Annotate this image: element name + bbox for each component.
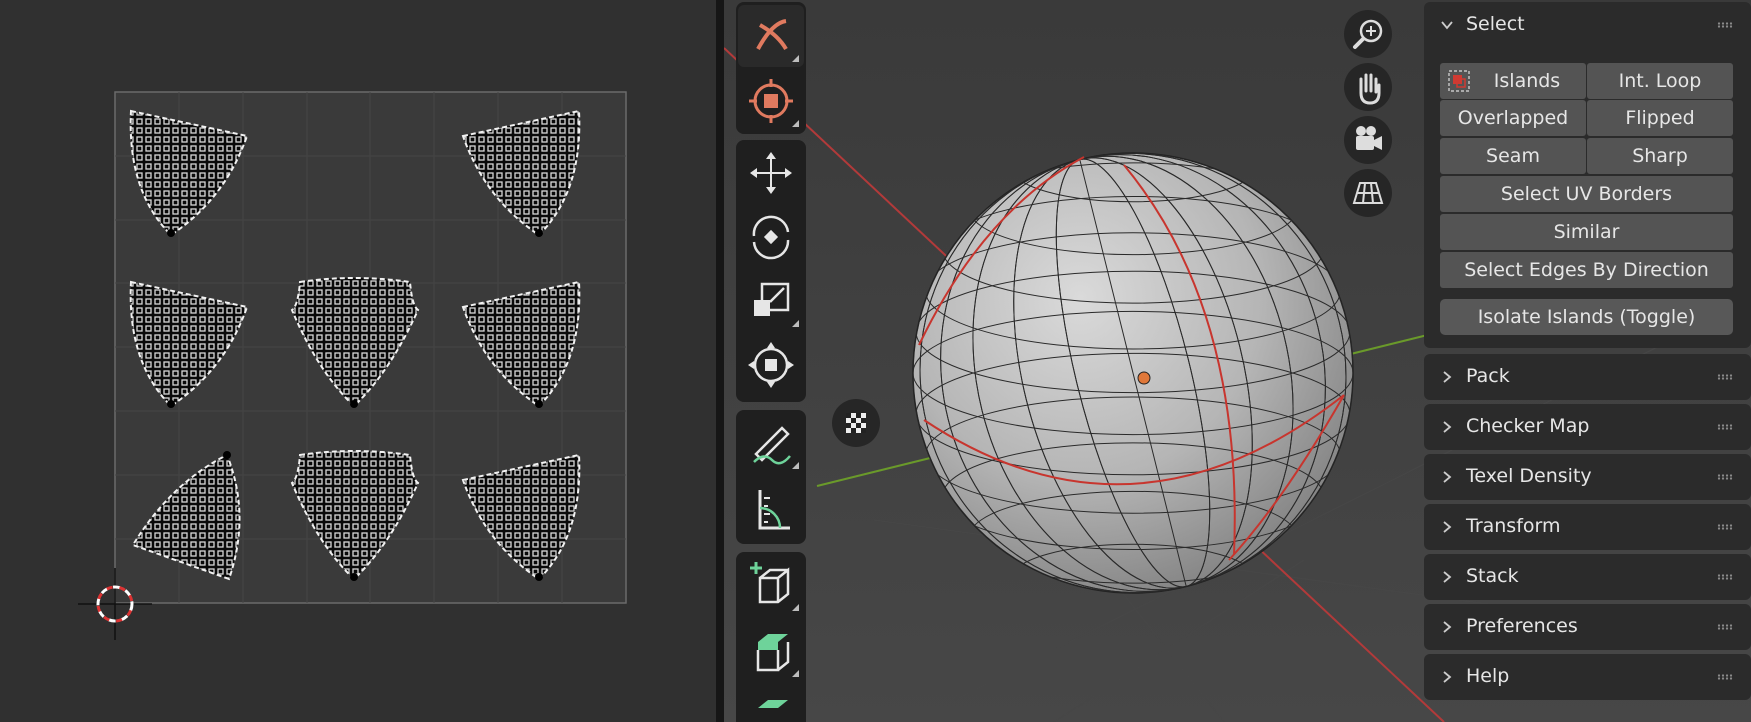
panel-header-select[interactable]: Select: [1424, 2, 1751, 48]
chevron-right-icon: [1443, 521, 1452, 533]
tweak-select-tool[interactable]: [738, 5, 804, 67]
panel-header-transform[interactable]: Transform: [1424, 504, 1751, 550]
drag-grip-icon[interactable]: [1717, 474, 1733, 480]
add-cube-tool[interactable]: [738, 554, 804, 616]
camera-icon[interactable]: [1344, 116, 1392, 164]
drag-grip-icon[interactable]: [1717, 574, 1733, 580]
area-divider[interactable]: [716, 0, 724, 722]
move-tool[interactable]: [738, 142, 804, 204]
scale-tool[interactable]: [738, 270, 804, 332]
uv-editor[interactable]: [0, 0, 716, 722]
uv-pole-vertex: [535, 229, 543, 237]
uv-pole-vertex: [535, 573, 543, 581]
object-origin: [1137, 371, 1151, 385]
uv-pole-vertex: [535, 400, 543, 408]
islands-icon: [1448, 70, 1470, 92]
sharp-button[interactable]: Sharp: [1587, 138, 1733, 174]
drag-grip-icon[interactable]: [1717, 22, 1733, 28]
overlapped-button[interactable]: Overlapped: [1440, 100, 1586, 136]
isolate-islands-toggle-button[interactable]: Isolate Islands (Toggle): [1440, 299, 1733, 335]
transform-tool[interactable]: [738, 334, 804, 396]
transform-tool-group: [736, 140, 806, 402]
chevron-right-icon: [1443, 371, 1452, 383]
uv-pole-vertex: [350, 573, 358, 581]
uv-canvas[interactable]: [0, 0, 716, 722]
int-loop-button[interactable]: Int. Loop: [1587, 63, 1733, 99]
panel-header-pack[interactable]: Pack: [1424, 354, 1751, 400]
drag-grip-icon[interactable]: [1717, 524, 1733, 530]
annotate-tool[interactable]: [738, 412, 804, 474]
uv-pole-vertex: [167, 400, 175, 408]
panel-title-preferences: Preferences: [1466, 615, 1578, 637]
panel-header-texel-density[interactable]: Texel Density: [1424, 454, 1751, 500]
drag-grip-icon[interactable]: [1717, 424, 1733, 430]
chevron-down-icon: [1441, 21, 1453, 30]
rotate-tool[interactable]: [738, 206, 804, 268]
chevron-right-icon: [1443, 621, 1452, 633]
similar-button[interactable]: Similar: [1440, 214, 1733, 250]
flipped-button[interactable]: Flipped: [1587, 100, 1733, 136]
uv-pole-vertex: [350, 400, 358, 408]
select-tool-group: [736, 2, 806, 134]
chevron-right-icon: [1443, 421, 1452, 433]
panel-title-help: Help: [1466, 665, 1510, 687]
measure-tool[interactable]: [738, 478, 804, 540]
panel-title-texel-density: Texel Density: [1466, 465, 1592, 487]
panel-title-pack: Pack: [1466, 365, 1510, 387]
panel-title-transform: Transform: [1466, 515, 1561, 537]
uv-toolkit-sidebar: Select Islands Int. Loop Overlapped Flip…: [1424, 0, 1751, 722]
panel-header-preferences[interactable]: Preferences: [1424, 604, 1751, 650]
select-edges-by-direction-button[interactable]: Select Edges By Direction: [1440, 252, 1733, 288]
add-tool-group: [736, 552, 806, 722]
grid-icon[interactable]: [1344, 169, 1392, 217]
cursor-tool[interactable]: [738, 70, 804, 132]
drag-grip-icon[interactable]: [1717, 624, 1733, 630]
extrude-region-tool[interactable]: [738, 686, 804, 722]
chevron-right-icon: [1443, 571, 1452, 583]
panel-title-stack: Stack: [1466, 565, 1519, 587]
panel-title-select: Select: [1466, 13, 1525, 35]
pan-hand-icon[interactable]: [1344, 63, 1392, 111]
uv-pole-vertex: [223, 451, 231, 459]
uv-pole-vertex: [167, 229, 175, 237]
panel-header-stack[interactable]: Stack: [1424, 554, 1751, 600]
zoom-icon[interactable]: [1344, 10, 1392, 58]
select-uv-borders-button[interactable]: Select UV Borders: [1440, 176, 1733, 212]
drag-grip-icon[interactable]: [1717, 374, 1733, 380]
extrude-tool[interactable]: [738, 620, 804, 682]
seam-button[interactable]: Seam: [1440, 138, 1586, 174]
select-panel-body: Islands Int. Loop Overlapped Flipped Sea…: [1424, 46, 1751, 348]
chevron-right-icon: [1443, 471, 1452, 483]
panel-header-checker-map[interactable]: Checker Map: [1424, 404, 1751, 450]
drag-grip-icon[interactable]: [1717, 674, 1733, 680]
islands-button[interactable]: Islands: [1440, 63, 1586, 99]
panel-header-help[interactable]: Help: [1424, 654, 1751, 700]
checker-map-icon[interactable]: [832, 399, 880, 447]
chevron-right-icon: [1443, 671, 1452, 683]
panel-title-checker-map: Checker Map: [1466, 415, 1590, 437]
annotate-tool-group: [736, 410, 806, 544]
uv-sphere[interactable]: [866, 106, 1399, 639]
